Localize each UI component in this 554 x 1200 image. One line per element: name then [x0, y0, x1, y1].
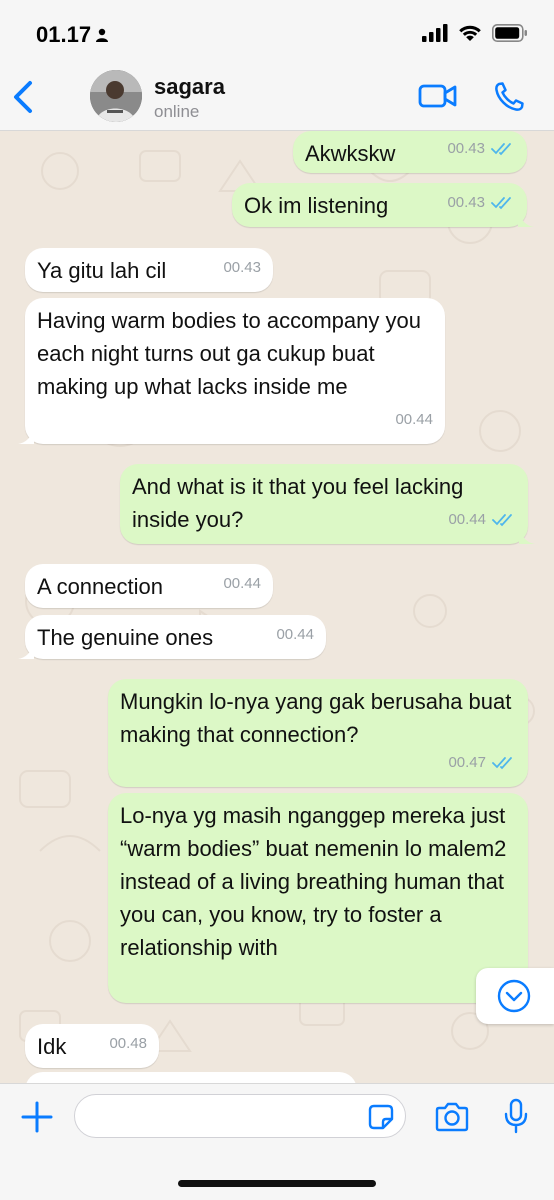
read-receipt-icon	[491, 196, 511, 209]
avatar[interactable]	[90, 70, 142, 122]
message-bubble-incoming[interactable]: A connection 00.44	[25, 564, 273, 608]
message-time: 00.44	[395, 411, 433, 428]
battery-icon	[492, 24, 527, 42]
message-time: 00.44	[448, 511, 486, 528]
message-bubble-outgoing[interactable]: Mungkin lo-nya yang gak berusaha buat ma…	[108, 679, 528, 787]
message-bubble-incoming[interactable]: Ya gitu lah cil 00.43	[25, 248, 273, 292]
status-bar: 01.17	[0, 0, 554, 70]
message-text: Having warm bodies to accompany you each…	[37, 308, 421, 399]
message-meta: 00.44	[395, 403, 433, 436]
message-meta: 00.44	[276, 618, 314, 651]
scroll-to-bottom-button[interactable]	[476, 968, 554, 1024]
bubble-tail	[519, 528, 535, 544]
message-time: 00.48	[109, 1035, 147, 1052]
message-bubble-incoming[interactable]: Having warm bodies to accompany you each…	[18, 298, 445, 444]
chevron-down-circle-icon	[497, 979, 531, 1013]
message-bubble-incoming[interactable]: The genuine ones 00.44	[18, 615, 326, 659]
message-meta: 00.43	[447, 186, 515, 219]
message-meta: 00.44	[448, 503, 516, 536]
message-text: Lo-nya yg masih nganggep mereka just “wa…	[120, 803, 507, 960]
camera-icon[interactable]	[434, 1102, 470, 1132]
microphone-icon[interactable]	[503, 1098, 529, 1134]
bubble-tail	[18, 428, 34, 444]
message-text: Mungkin lo-nya yang gak berusaha buat ma…	[120, 689, 512, 747]
status-time: 01.17	[36, 22, 92, 47]
read-receipt-icon	[491, 142, 511, 155]
message-meta: 00.44	[223, 567, 261, 600]
read-receipt-icon	[492, 513, 512, 526]
sticker-icon[interactable]	[368, 1104, 394, 1130]
message-meta: 00.48	[109, 1027, 147, 1060]
message-bubble-outgoing[interactable]: Lo-nya yg masih nganggep mereka just “wa…	[108, 793, 535, 1003]
video-call-icon[interactable]	[418, 82, 458, 110]
message-bubble-incoming-partial[interactable]	[25, 1072, 357, 1083]
person-icon	[96, 28, 108, 42]
chat-header: sagara online	[0, 62, 554, 131]
message-bubble-incoming[interactable]: Idk 00.48	[25, 1024, 159, 1068]
message-bubble-outgoing[interactable]: Akwkskw 00.43	[293, 131, 527, 173]
bubble-tail	[18, 643, 34, 659]
message-meta: 00.43	[447, 132, 515, 165]
message-time: 00.43	[447, 194, 485, 211]
message-input[interactable]	[74, 1094, 406, 1138]
message-bubble-outgoing[interactable]: Ok im listening 00.43	[232, 183, 534, 227]
wifi-icon	[459, 25, 481, 41]
message-time: 00.43	[447, 140, 485, 157]
message-meta: 00.47	[448, 746, 516, 779]
contact-status: online	[154, 102, 200, 121]
phone-call-icon[interactable]	[493, 81, 525, 113]
contact-name[interactable]: sagara	[154, 74, 225, 100]
chat-area[interactable]: Akwkskw 00.43 Ok im listening 00.43 Ya g…	[0, 131, 554, 1083]
signal-icon	[422, 24, 448, 42]
message-text: The genuine ones	[37, 625, 214, 650]
bubble-tail	[518, 211, 534, 227]
message-time: 00.44	[223, 575, 261, 592]
home-indicator	[178, 1180, 376, 1187]
message-bubble-outgoing[interactable]: And what is it that you feel lacking ins…	[120, 464, 535, 544]
back-chevron-icon[interactable]	[10, 80, 38, 114]
message-time: 00.43	[223, 259, 261, 276]
plus-icon[interactable]	[20, 1100, 54, 1134]
message-meta: 00.43	[223, 251, 261, 284]
read-receipt-icon	[492, 756, 512, 769]
message-time: 00.44	[276, 626, 314, 643]
message-time: 00.47	[448, 754, 486, 771]
